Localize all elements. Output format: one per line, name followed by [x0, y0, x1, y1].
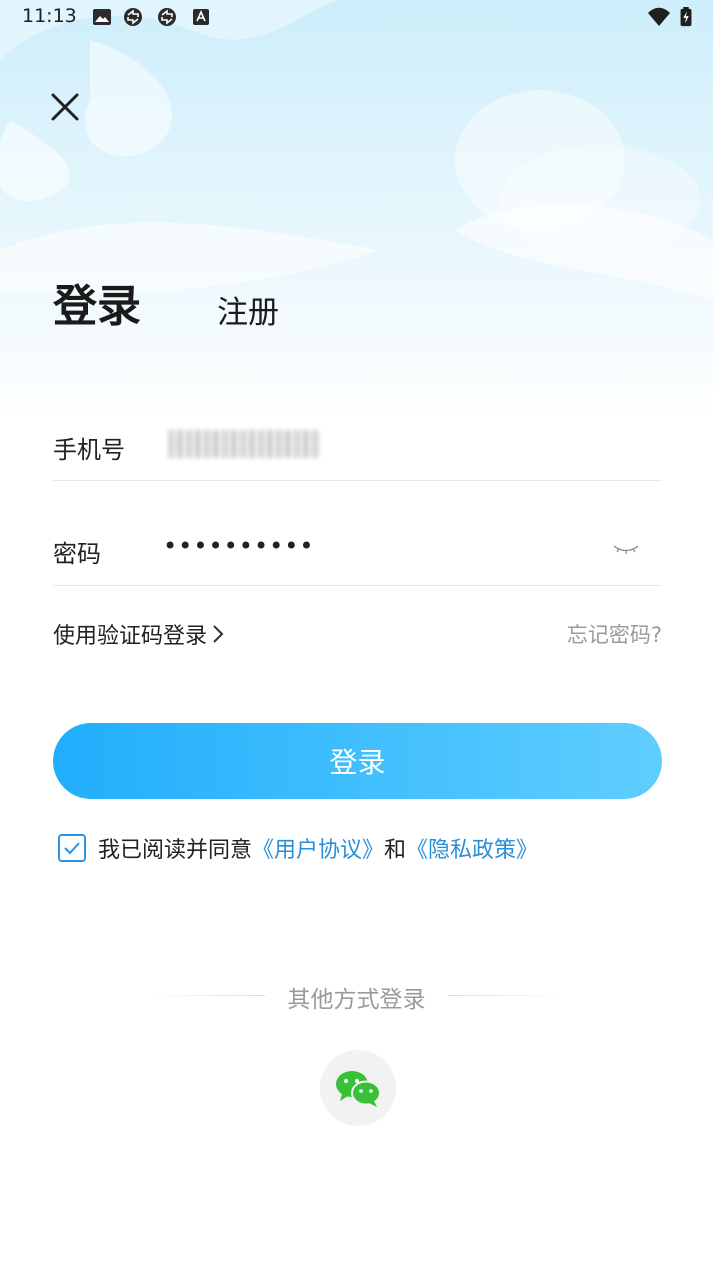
- wechat-login-button[interactable]: [320, 1050, 396, 1126]
- phone-label: 手机号: [53, 436, 125, 464]
- wechat-icon: [336, 1071, 381, 1107]
- agreement-prefix: 我已阅读并同意: [98, 838, 253, 863]
- password-label: 密码: [53, 540, 101, 568]
- other-login-section: 其他方式登录: [0, 980, 713, 1014]
- login-button[interactable]: 登录: [53, 723, 662, 799]
- sync-icon: [158, 8, 176, 26]
- wifi-icon: [648, 7, 670, 26]
- agreement-checkbox[interactable]: [58, 834, 86, 862]
- tab-login[interactable]: 登录: [53, 270, 141, 334]
- password-input[interactable]: ••••••••••: [163, 532, 315, 560]
- font-icon: [193, 9, 209, 25]
- other-login-label: 其他方式登录: [287, 987, 426, 1013]
- tab-register[interactable]: 注册: [217, 287, 279, 332]
- check-icon: [64, 842, 80, 855]
- battery-charging-icon: [680, 7, 692, 27]
- password-divider: [53, 585, 662, 586]
- privacy-policy-link[interactable]: 《隐私政策》: [406, 832, 538, 864]
- status-bar: 11:13: [0, 0, 713, 34]
- status-time: 11:13: [22, 5, 77, 27]
- sync-icon: [124, 8, 142, 26]
- image-icon: [93, 9, 111, 25]
- sms-login-link[interactable]: 使用验证码登录: [53, 618, 225, 650]
- forgot-password-link[interactable]: 忘记密码?: [567, 619, 662, 649]
- header-background: [0, 0, 713, 420]
- chevron-right-icon: [213, 625, 224, 643]
- phone-input[interactable]: [168, 430, 320, 458]
- divider-left: [150, 995, 265, 996]
- phone-divider: [53, 480, 662, 481]
- agreement-row: 我已阅读并同意 《用户协议》 和 《隐私政策》: [58, 832, 538, 864]
- divider-right: [448, 995, 563, 996]
- user-agreement-link[interactable]: 《用户协议》: [252, 832, 384, 864]
- sms-login-label: 使用验证码登录: [53, 624, 208, 649]
- close-icon[interactable]: [44, 86, 86, 128]
- agreement-and: 和: [384, 838, 407, 863]
- eye-closed-icon[interactable]: [611, 538, 641, 558]
